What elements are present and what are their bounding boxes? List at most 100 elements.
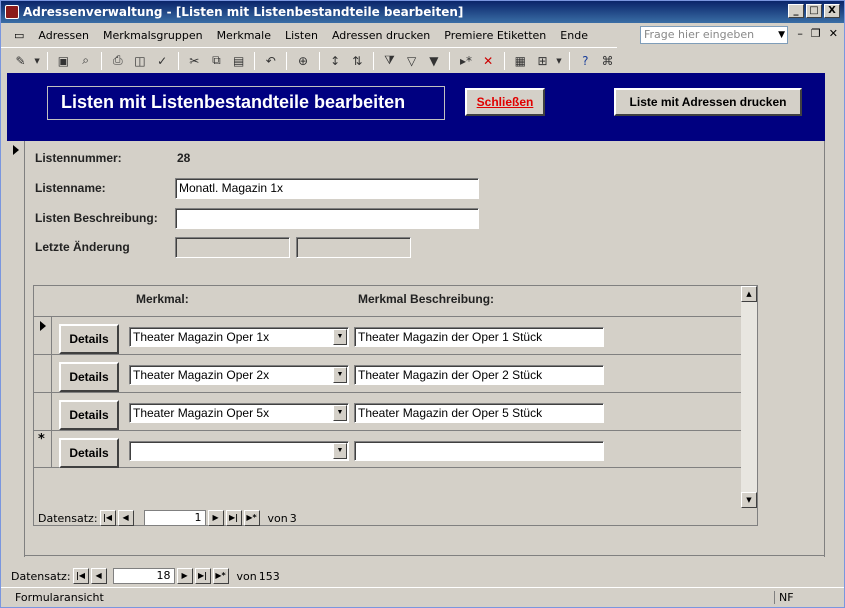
main-nav-label: Datensatz: xyxy=(11,569,71,583)
feature-combo[interactable]: ▼ xyxy=(129,441,349,461)
row-selector[interactable]: * xyxy=(34,431,52,468)
chevron-down-icon[interactable]: ▼ xyxy=(778,27,785,43)
new-record-icon: * xyxy=(38,432,45,447)
toolbar-separator xyxy=(568,51,570,70)
minimize-button[interactable]: _ xyxy=(788,4,804,18)
sort-descending-icon[interactable]: ⇅ xyxy=(348,51,367,71)
menu-merkmale[interactable]: Merkmale xyxy=(210,29,278,42)
database-window-icon[interactable]: ▦ xyxy=(511,51,530,71)
feature-description-field[interactable]: Theater Magazin der Oper 5 Stück xyxy=(354,403,604,423)
find-icon[interactable]: ⌘ xyxy=(598,51,617,71)
list-name-label: Listenname: xyxy=(35,181,106,195)
chevron-down-icon[interactable]: ▼ xyxy=(333,329,347,345)
copy-icon[interactable]: ⧉ xyxy=(207,51,226,71)
design-view-icon[interactable]: ✎ xyxy=(11,51,30,71)
next-record-icon[interactable]: ▶ xyxy=(207,510,224,526)
record-selector[interactable] xyxy=(7,141,25,557)
feature-description-column-header: Merkmal Beschreibung: xyxy=(358,292,495,306)
list-name-field[interactable]: Monatl. Magazin 1x xyxy=(175,178,479,199)
print-icon[interactable]: ⎙ xyxy=(108,51,127,71)
menu-merkmalsgruppen[interactable]: Merkmalsgruppen xyxy=(96,29,210,42)
toolbar-separator xyxy=(177,51,179,70)
form-area: Listen mit Listenbestandteile bearbeiten… xyxy=(7,73,825,557)
new-object-icon[interactable]: ⊞ xyxy=(533,51,552,71)
chevron-down-icon[interactable]: ▼ xyxy=(33,51,41,71)
spelling-icon[interactable]: ✓ xyxy=(153,51,172,71)
title-bar: Adressenverwaltung - [Listen mit Listenb… xyxy=(1,1,844,23)
details-button[interactable]: Details xyxy=(59,438,119,468)
new-record-nav-icon[interactable]: ▶* xyxy=(243,510,260,526)
details-button[interactable]: Details xyxy=(59,362,119,392)
feature-description-field[interactable]: Theater Magazin der Oper 1 Stück xyxy=(354,327,604,347)
main-current-record-input[interactable]: 18 xyxy=(112,568,175,584)
feature-description-field[interactable]: Theater Magazin der Oper 2 Stück xyxy=(354,365,604,385)
last-record-icon[interactable]: ▶| xyxy=(225,510,242,526)
last-change-label: Letzte Änderung xyxy=(35,240,130,254)
doc-close-icon[interactable]: ✕ xyxy=(829,27,838,40)
status-bar: Formularansicht NF xyxy=(1,587,844,607)
print-list-button[interactable]: Liste mit Adressen drucken xyxy=(614,88,802,116)
cut-icon[interactable]: ✂ xyxy=(185,51,204,71)
toolbar: ✎ ▼ ▣ ⌕ ⎙ ◫ ✓ ✂ ⧉ ▤ ↶ ⊕ ↕ ⇅ ⧩ ▽ ▼ ▸* ✕ ▦… xyxy=(1,47,617,73)
subform-current-record-input[interactable]: 1 xyxy=(143,510,206,526)
row-selector[interactable] xyxy=(34,355,52,392)
scroll-up-icon[interactable]: ▲ xyxy=(741,286,757,302)
ask-question-input[interactable]: Frage hier eingeben ▼ xyxy=(640,26,788,44)
toolbar-separator xyxy=(503,51,505,70)
feature-combo[interactable]: Theater Magazin Oper 5x ▼ xyxy=(129,403,349,423)
feature-combo[interactable]: Theater Magazin Oper 1x ▼ xyxy=(129,327,349,347)
subform-row: Details Theater Magazin Oper 1x ▼ Theater… xyxy=(34,316,742,354)
access-app-icon xyxy=(5,5,19,19)
feature-value: Theater Magazin Oper 1x xyxy=(133,330,270,344)
num-lock-indicator: NF xyxy=(774,591,844,604)
menu-listen[interactable]: Listen xyxy=(278,29,325,42)
sort-ascending-icon[interactable]: ↕ xyxy=(326,51,345,71)
maximize-button[interactable]: □ xyxy=(806,4,822,18)
chevron-down-icon[interactable]: ▼ xyxy=(333,367,347,383)
help-icon[interactable]: ? xyxy=(576,51,595,71)
subform-scrollbar[interactable]: ▲ ▼ xyxy=(741,286,757,508)
new-record-nav-icon[interactable]: ▶* xyxy=(212,568,229,584)
chevron-down-icon[interactable]: ▼ xyxy=(333,443,347,459)
close-form-button[interactable]: Schließen xyxy=(465,88,545,116)
list-description-field[interactable] xyxy=(175,208,479,229)
doc-restore-icon[interactable]: ❐ xyxy=(811,27,821,40)
last-record-icon[interactable]: ▶| xyxy=(194,568,211,584)
feature-value: Theater Magazin Oper 2x xyxy=(133,368,270,382)
next-record-icon[interactable]: ▶ xyxy=(176,568,193,584)
form-menu-icon[interactable]: ▭ xyxy=(7,29,31,42)
menu-adressen-drucken[interactable]: Adressen drucken xyxy=(325,29,437,42)
row-selector[interactable] xyxy=(34,393,52,430)
chevron-down-icon[interactable]: ▼ xyxy=(555,51,563,71)
doc-minimize-icon[interactable]: – xyxy=(797,27,803,40)
save-icon[interactable]: ▣ xyxy=(54,51,73,71)
filter-by-form-icon[interactable]: ▽ xyxy=(402,51,421,71)
menu-ende[interactable]: Ende xyxy=(553,29,595,42)
feature-value: Theater Magazin Oper 5x xyxy=(133,406,270,420)
details-button[interactable]: Details xyxy=(59,400,119,430)
paste-icon[interactable]: ▤ xyxy=(229,51,248,71)
undo-icon[interactable]: ↶ xyxy=(261,51,280,71)
first-record-icon[interactable]: |◀ xyxy=(99,510,116,526)
close-window-button[interactable]: X xyxy=(824,4,840,18)
feature-combo[interactable]: Theater Magazin Oper 2x ▼ xyxy=(129,365,349,385)
chevron-down-icon[interactable]: ▼ xyxy=(333,405,347,421)
search-icon[interactable]: ⌕ xyxy=(76,51,95,71)
previous-record-icon[interactable]: ◀ xyxy=(117,510,134,526)
feature-description-field[interactable] xyxy=(354,441,604,461)
details-button[interactable]: Details xyxy=(59,324,119,354)
main-record-navigator: Datensatz: |◀ ◀ 18 ▶ ▶| ▶* von 153 xyxy=(11,568,280,584)
menu-adressen[interactable]: Adressen xyxy=(31,29,96,42)
filter-by-selection-icon[interactable]: ⧩ xyxy=(380,51,399,71)
row-selector[interactable] xyxy=(34,317,52,354)
new-record-icon[interactable]: ▸* xyxy=(456,51,475,71)
menu-premiere-etiketten[interactable]: Premiere Etiketten xyxy=(437,29,553,42)
previous-record-icon[interactable]: ◀ xyxy=(90,568,107,584)
delete-record-icon[interactable]: ✕ xyxy=(479,51,498,71)
apply-filter-icon[interactable]: ▼ xyxy=(424,51,443,71)
hyperlink-icon[interactable]: ⊕ xyxy=(293,51,312,71)
scroll-down-icon[interactable]: ▼ xyxy=(741,492,757,508)
print-preview-icon[interactable]: ◫ xyxy=(130,51,149,71)
first-record-icon[interactable]: |◀ xyxy=(72,568,89,584)
list-description-label: Listen Beschreibung: xyxy=(35,211,158,225)
